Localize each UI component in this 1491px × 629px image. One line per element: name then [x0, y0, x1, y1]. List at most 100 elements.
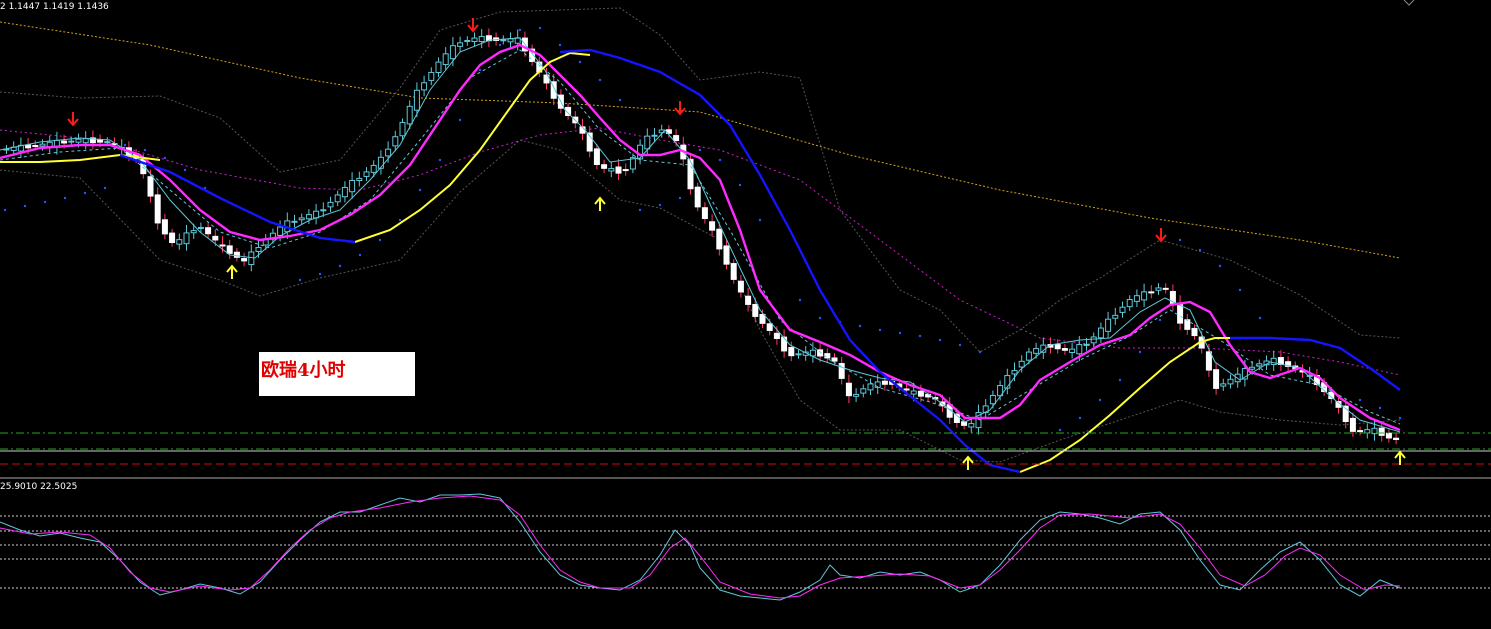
candle-body [334, 194, 341, 203]
chart-label: 欧瑞4小时 [261, 360, 346, 381]
candle-body [205, 227, 212, 235]
candle-body [341, 186, 348, 198]
candle-body [298, 217, 305, 221]
candle-body [212, 235, 219, 241]
candle-body [766, 323, 773, 331]
candle-body [161, 219, 168, 235]
candle-body [709, 221, 716, 231]
chart-background [0, 0, 1491, 629]
candle-body [1155, 287, 1162, 291]
candle-body [183, 232, 190, 245]
candle-body [233, 251, 240, 258]
candle-body [745, 295, 752, 305]
candle-body [867, 383, 874, 391]
price-readout: 2 1.1447 1.1419 1.1436 [0, 2, 109, 12]
candle-body [471, 37, 478, 43]
candle-body [1393, 437, 1400, 441]
candle-body [622, 169, 629, 172]
candle-body [1148, 291, 1155, 294]
candle-body [68, 140, 75, 143]
candle-body [305, 214, 312, 220]
candle-body [1256, 363, 1263, 367]
candle-body [370, 164, 377, 173]
chart-label-box: 欧瑞4小时 [259, 352, 415, 396]
candle-body [730, 263, 737, 280]
candle-body [219, 244, 226, 247]
candle-body [860, 388, 867, 394]
candle-body [104, 141, 111, 144]
candle-body [147, 176, 154, 197]
candle-body [845, 382, 852, 397]
oscillator-readout: 25.9010 22.5025 [0, 482, 78, 492]
candle-body [1097, 327, 1104, 339]
candle-body [248, 251, 255, 266]
candle-body [197, 226, 204, 229]
candle-body [500, 39, 507, 42]
candle-body [1011, 370, 1018, 375]
candle-body [903, 388, 910, 391]
candle-body [1220, 383, 1227, 387]
candle-body [392, 136, 399, 147]
candle-body [637, 144, 644, 160]
candle-body [61, 140, 68, 144]
candle-body [723, 245, 730, 265]
candle-body [1364, 429, 1371, 434]
candle-body [1018, 360, 1025, 368]
candle-body [277, 226, 284, 236]
candle-body [651, 134, 658, 137]
candle-body [39, 143, 46, 147]
candle-body [356, 177, 363, 182]
candle-body [435, 61, 442, 73]
candle-body [694, 186, 701, 208]
candle-body [831, 357, 838, 362]
candle-body [593, 148, 600, 165]
candle-body [363, 171, 370, 177]
candle-body [413, 89, 420, 111]
candle-body [1213, 369, 1220, 389]
candle-body [1184, 319, 1191, 330]
candle-body [1112, 314, 1119, 319]
candle-body [701, 207, 708, 220]
candle-body [1105, 318, 1112, 332]
candle-body [716, 228, 723, 250]
candle-body [442, 53, 449, 66]
candle-body [1205, 351, 1212, 371]
candle-body [32, 145, 39, 148]
price-chart[interactable] [0, 0, 1491, 629]
candle-body [449, 45, 456, 60]
candle-body [608, 168, 615, 172]
candle-body [385, 148, 392, 157]
candle-body [82, 138, 89, 144]
candle-body [255, 247, 262, 252]
candle-body [824, 353, 831, 359]
candle-body [291, 220, 298, 223]
candle-body [644, 135, 651, 150]
candle-body [910, 390, 917, 395]
candle-body [1385, 432, 1392, 439]
candle-body [795, 353, 802, 356]
candle-body [327, 201, 334, 208]
candle-body [154, 194, 161, 224]
candle-body [1191, 327, 1198, 337]
candle-body [399, 121, 406, 137]
candle-body [1141, 291, 1148, 301]
candle-body [25, 144, 32, 149]
candle-body [788, 347, 795, 357]
candle-body [1069, 348, 1076, 354]
candle-body [421, 82, 428, 91]
candle-body [615, 166, 622, 174]
candle-body [781, 336, 788, 352]
candle-body [97, 139, 104, 143]
candle-body [1249, 366, 1256, 370]
candle-body [817, 349, 824, 357]
candle-body [1349, 417, 1356, 432]
candle-body [601, 164, 608, 169]
candle-body [1083, 343, 1090, 346]
candle-body [853, 393, 860, 397]
candle-body [752, 303, 759, 317]
candle-body [406, 105, 413, 125]
candle-body [961, 421, 968, 426]
candle-body [1133, 295, 1140, 302]
candle-body [1076, 344, 1083, 355]
candle-body [1162, 287, 1169, 290]
